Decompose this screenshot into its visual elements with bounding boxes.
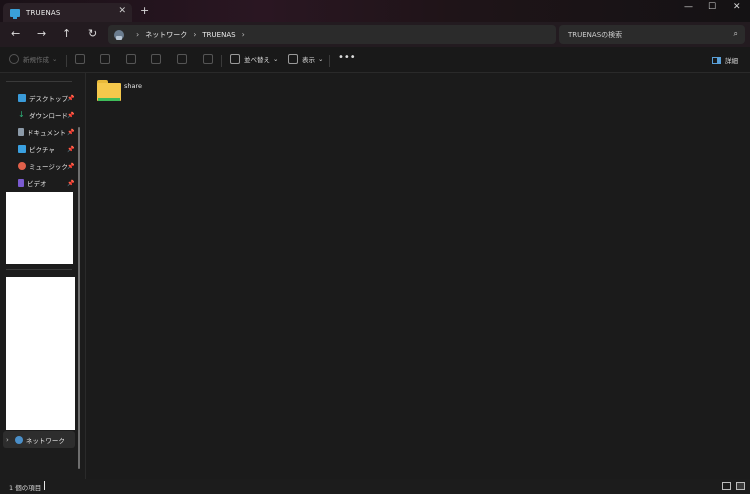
file-list-pane: share bbox=[86, 73, 750, 479]
share-button[interactable] bbox=[177, 54, 191, 64]
minimize-button[interactable]: — bbox=[684, 2, 693, 12]
tab-truenas[interactable]: TRUENAS ✕ bbox=[3, 3, 132, 22]
sidebar-item-label: ネットワーク bbox=[25, 436, 65, 445]
folder-icon[interactable] bbox=[97, 80, 121, 101]
video-icon bbox=[18, 179, 24, 187]
sidebar-divider bbox=[6, 81, 72, 82]
search-icon[interactable]: ⌕ bbox=[734, 29, 738, 39]
sort-icon bbox=[230, 54, 240, 64]
sidebar-item-label: ドキュメント bbox=[27, 129, 66, 137]
toolbar-divider bbox=[329, 55, 330, 67]
chevron-down-icon: ⌄ bbox=[52, 55, 58, 63]
new-tab-button[interactable]: + bbox=[140, 4, 149, 17]
pin-icon: 📌 bbox=[67, 112, 75, 119]
back-button[interactable]: ← bbox=[11, 28, 20, 39]
desktop-icon bbox=[18, 94, 26, 102]
search-input[interactable]: TRUENASの検索 ⌕ bbox=[559, 25, 745, 44]
network-icon bbox=[14, 435, 23, 444]
up-button[interactable]: ↑ bbox=[62, 28, 71, 39]
details-view-icon[interactable] bbox=[722, 482, 731, 490]
breadcrumb-truenas[interactable]: TRUENAS bbox=[202, 31, 235, 39]
item-count: 1 個の項目 bbox=[9, 484, 42, 492]
details-pane-button[interactable]: 詳細 bbox=[712, 55, 738, 65]
paste-icon bbox=[126, 54, 136, 64]
title-bar: TRUENAS ✕ + — ☐ ✕ bbox=[0, 0, 750, 22]
sidebar-item-label: ピクチャ bbox=[29, 146, 55, 154]
chevron-down-icon: ⌄ bbox=[318, 55, 324, 63]
command-bar: 新規作成 ⌄ 並べ替え ⌄ 表示 ⌄ ••• 詳細 bbox=[0, 47, 750, 73]
navigation-bar: ← → ↑ ↻ › ネットワーク › TRUENAS › TRUENASの検索 … bbox=[0, 22, 750, 47]
picture-icon bbox=[18, 145, 26, 153]
pin-icon: 📌 bbox=[67, 95, 75, 102]
status-divider bbox=[44, 481, 45, 490]
sidebar-item-network[interactable]: › ネットワーク bbox=[3, 431, 75, 448]
sidebar-item-label: デスクトップ bbox=[29, 95, 68, 103]
breadcrumb-network[interactable]: ネットワーク bbox=[145, 30, 187, 40]
breadcrumb-chevron-icon[interactable]: › bbox=[136, 30, 139, 39]
breadcrumb-chevron-icon[interactable]: › bbox=[242, 30, 245, 39]
pin-icon: 📌 bbox=[67, 129, 75, 136]
sidebar-divider bbox=[6, 269, 72, 270]
toolbar-divider bbox=[66, 55, 67, 67]
sidebar-item-label: ダウンロード bbox=[29, 112, 68, 120]
new-button-label: 新規作成 bbox=[23, 56, 49, 64]
plus-circle-icon bbox=[9, 54, 19, 64]
share-icon bbox=[177, 54, 187, 64]
details-label: 詳細 bbox=[725, 57, 738, 65]
sidebar-item-label: ミュージック bbox=[29, 163, 68, 171]
sidebar-blank-area bbox=[6, 192, 73, 264]
delete-button[interactable] bbox=[203, 54, 217, 64]
trash-icon bbox=[203, 54, 213, 64]
sidebar-scrollbar[interactable] bbox=[78, 127, 80, 469]
breadcrumb-chevron-icon[interactable]: › bbox=[193, 30, 196, 39]
pin-icon: 📌 bbox=[67, 146, 75, 153]
address-bar[interactable]: › ネットワーク › TRUENAS › bbox=[108, 25, 556, 44]
rename-icon bbox=[151, 54, 161, 64]
status-bar: 1 個の項目 bbox=[0, 479, 750, 494]
pin-icon: 📌 bbox=[67, 180, 75, 187]
view-list-icon bbox=[288, 54, 298, 64]
copy-button[interactable] bbox=[100, 54, 114, 64]
view-button-label: 表示 bbox=[302, 56, 315, 64]
navigation-pane: デスクトップ 📌 ↓ ダウンロード 📌 ドキュメント 📌 ピクチャ 📌 ミュージ… bbox=[0, 73, 84, 479]
music-icon bbox=[18, 162, 26, 170]
rename-button[interactable] bbox=[151, 54, 165, 64]
large-icons-view-icon[interactable] bbox=[736, 482, 745, 490]
cut-button[interactable] bbox=[75, 54, 89, 64]
paste-button[interactable] bbox=[126, 54, 140, 64]
search-placeholder: TRUENASの検索 bbox=[568, 30, 623, 39]
view-button[interactable]: 表示 ⌄ bbox=[288, 54, 323, 64]
pin-icon: 📌 bbox=[67, 163, 75, 170]
more-options-button[interactable]: ••• bbox=[338, 52, 356, 63]
forward-button[interactable]: → bbox=[37, 28, 46, 39]
refresh-button[interactable]: ↻ bbox=[88, 28, 97, 39]
chevron-down-icon: ⌄ bbox=[273, 55, 279, 63]
new-button[interactable]: 新規作成 ⌄ bbox=[9, 54, 57, 64]
download-icon: ↓ bbox=[18, 110, 25, 119]
copy-icon bbox=[100, 54, 110, 64]
sort-button[interactable]: 並べ替え ⌄ bbox=[230, 54, 278, 64]
close-button[interactable]: ✕ bbox=[733, 2, 741, 12]
sidebar-item-label: ビデオ bbox=[27, 180, 47, 188]
network-drive-icon bbox=[10, 8, 20, 19]
details-pane-icon bbox=[712, 56, 721, 64]
folder-name-share[interactable]: share bbox=[124, 82, 142, 90]
tab-close-icon[interactable]: ✕ bbox=[118, 6, 126, 16]
toolbar-divider bbox=[221, 55, 222, 67]
tab-title: TRUENAS bbox=[26, 8, 61, 17]
sidebar-blank-area bbox=[6, 277, 75, 430]
document-icon bbox=[18, 128, 24, 136]
cut-icon bbox=[75, 54, 85, 64]
network-icon bbox=[114, 29, 124, 40]
chevron-right-icon[interactable]: › bbox=[6, 436, 9, 444]
maximize-button[interactable]: ☐ bbox=[708, 2, 716, 12]
sort-button-label: 並べ替え bbox=[244, 56, 270, 64]
